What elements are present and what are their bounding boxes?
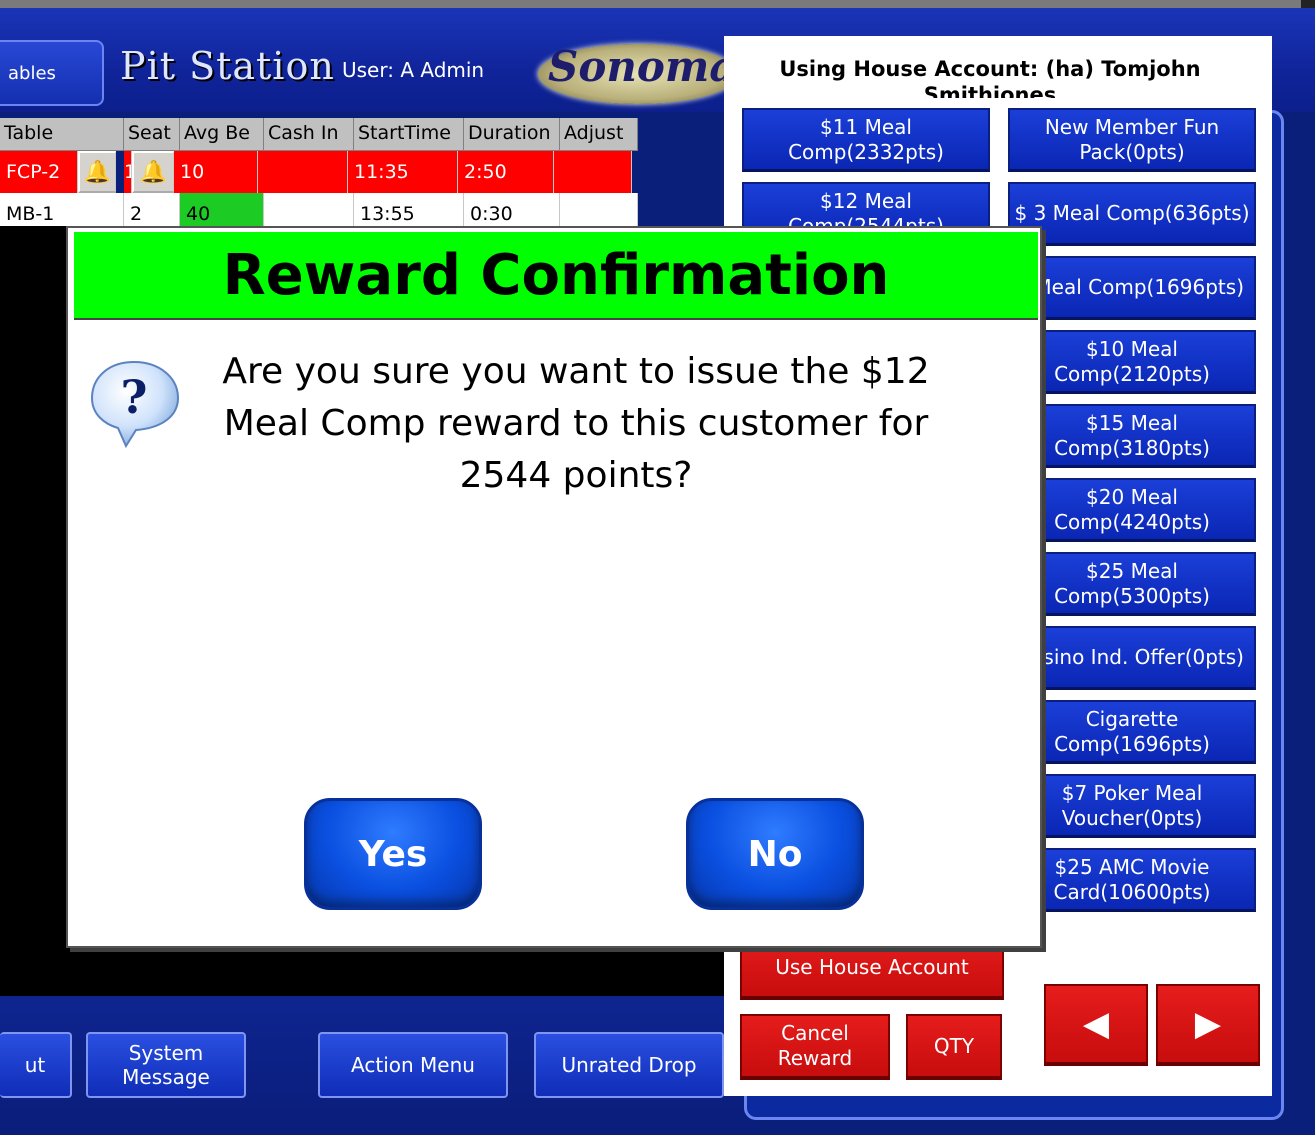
- logo-text: Sonoma: [548, 42, 737, 91]
- user-label: User: A Admin: [342, 58, 485, 82]
- question-icon: ?: [86, 358, 182, 450]
- tables-button[interactable]: ables: [0, 40, 104, 106]
- column-header-start-time[interactable]: StartTime: [354, 118, 464, 150]
- grid-header: Table Seat Avg Be Cash In StartTime Dura…: [0, 118, 638, 151]
- column-header-table[interactable]: Table: [0, 118, 124, 150]
- cell-duration: 2:50: [458, 151, 554, 193]
- reward-button[interactable]: $11 Meal Comp(2332pts): [742, 108, 990, 172]
- yes-button[interactable]: Yes: [304, 798, 482, 910]
- bell-icon[interactable]: 🔔: [78, 151, 116, 193]
- reward-button[interactable]: New Member Fun Pack(0pts): [1008, 108, 1256, 172]
- reward-button[interactable]: $25 Meal Comp(5300pts): [1008, 552, 1256, 616]
- column-header-avg-bet[interactable]: Avg Be: [180, 118, 264, 150]
- cell-avg-bet: 10: [174, 151, 258, 193]
- reward-button[interactable]: sino Ind. Offer(0pts): [1008, 626, 1256, 690]
- app-title: Pit Station: [120, 44, 335, 88]
- cell-table: FCP-2: [0, 151, 78, 193]
- column-header-seat[interactable]: Seat: [124, 118, 180, 150]
- window-top-strip-end: [1301, 0, 1315, 8]
- column-header-cash-in[interactable]: Cash In: [264, 118, 354, 150]
- cell-seat: 1: [124, 151, 132, 193]
- reward-button[interactable]: Cigarette Comp(1696pts): [1008, 700, 1256, 764]
- house-account-title: Using House Account: (ha) Tomjohn Smithj…: [779, 57, 1201, 98]
- right-arrow-icon[interactable]: ▶: [1156, 984, 1260, 1066]
- reward-button[interactable]: $7 Poker Meal Voucher(0pts): [1008, 774, 1256, 838]
- reward-button[interactable]: $10 Meal Comp(2120pts): [1008, 330, 1256, 394]
- svg-text:?: ?: [121, 370, 148, 424]
- window-top-strip: [0, 0, 1315, 8]
- table-row[interactable]: FCP-2 🔔 1 🔔 10 11:35 2:50: [0, 151, 638, 193]
- cancel-reward-button[interactable]: Cancel Reward: [740, 1014, 890, 1080]
- dialog-message: Are you sure you want to issue the $12 M…: [222, 351, 930, 496]
- reward-button[interactable]: $ 3 Meal Comp(636pts): [1008, 182, 1256, 246]
- system-message-button[interactable]: System Message: [86, 1032, 246, 1098]
- column-header-duration[interactable]: Duration: [464, 118, 560, 150]
- cell-adjust: [554, 151, 632, 193]
- reward-button[interactable]: $15 Meal Comp(3180pts): [1008, 404, 1256, 468]
- column-header-adjust[interactable]: Adjust: [560, 118, 638, 150]
- cell-start-time: 11:35: [348, 151, 458, 193]
- reward-button[interactable]: Meal Comp(1696pts): [1008, 256, 1256, 320]
- reward-confirmation-dialog: [66, 226, 1042, 948]
- qty-button[interactable]: QTY: [906, 1014, 1002, 1080]
- reward-button[interactable]: $25 AMC Movie Card(10600pts): [1008, 848, 1256, 912]
- cell-cash-in: [258, 151, 348, 193]
- out-button[interactable]: ut: [0, 1032, 72, 1098]
- reward-button[interactable]: $20 Meal Comp(4240pts): [1008, 478, 1256, 542]
- bell-icon[interactable]: 🔔: [132, 151, 174, 193]
- unrated-drop-button[interactable]: Unrated Drop: [534, 1032, 724, 1098]
- left-arrow-icon[interactable]: ◀: [1044, 984, 1148, 1066]
- action-menu-button[interactable]: Action Menu: [318, 1032, 508, 1098]
- player-table-grid: Table Seat Avg Be Cash In StartTime Dura…: [0, 118, 638, 235]
- dialog-title: Reward Confirmation: [74, 232, 1038, 320]
- no-button[interactable]: No: [686, 798, 864, 910]
